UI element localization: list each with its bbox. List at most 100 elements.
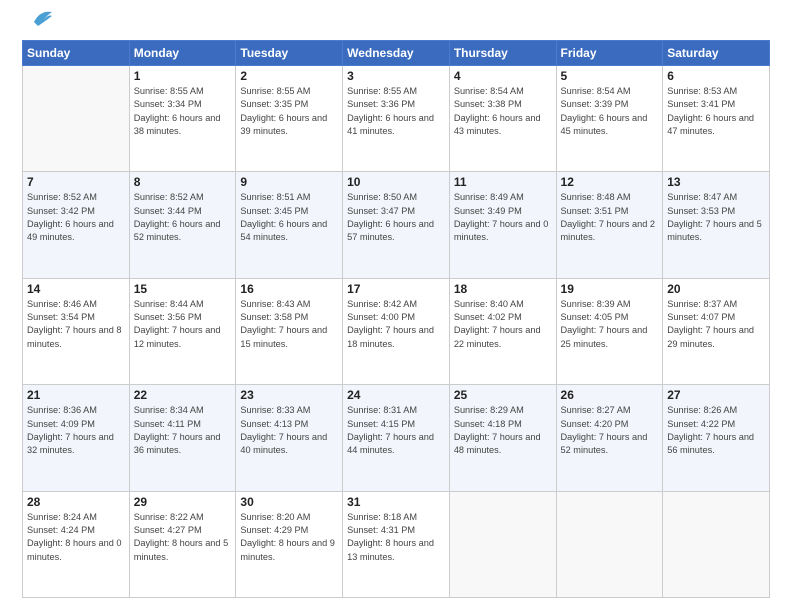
day-info: Sunrise: 8:52 AMSunset: 3:44 PMDaylight:…	[134, 191, 232, 244]
calendar-table: SundayMondayTuesdayWednesdayThursdayFrid…	[22, 40, 770, 598]
calendar-cell: 17 Sunrise: 8:42 AMSunset: 4:00 PMDayligh…	[343, 278, 450, 384]
day-number: 16	[240, 282, 338, 296]
day-number: 9	[240, 175, 338, 189]
day-info: Sunrise: 8:53 AMSunset: 3:41 PMDaylight:…	[667, 85, 765, 138]
day-info: Sunrise: 8:34 AMSunset: 4:11 PMDaylight:…	[134, 404, 232, 457]
calendar-cell: 31 Sunrise: 8:18 AMSunset: 4:31 PMDayligh…	[343, 491, 450, 597]
calendar-cell: 19Sunrise: 8:39 AMSunset: 4:05 PMDayligh…	[556, 278, 663, 384]
calendar-cell: 21 Sunrise: 8:36 AMSunset: 4:09 PMDayligh…	[23, 385, 130, 491]
calendar-cell: 7 Sunrise: 8:52 AMSunset: 3:42 PMDaylight…	[23, 172, 130, 278]
day-number: 30	[240, 495, 338, 509]
day-info: Sunrise: 8:49 AMSunset: 3:49 PMDaylight:…	[454, 191, 552, 244]
day-info: Sunrise: 8:42 AMSunset: 4:00 PMDaylight:…	[347, 298, 445, 351]
day-info: Sunrise: 8:43 AMSunset: 3:58 PMDaylight:…	[240, 298, 338, 351]
calendar-cell: 4Sunrise: 8:54 AMSunset: 3:38 PMDaylight…	[449, 66, 556, 172]
day-number: 2	[240, 69, 338, 83]
calendar-header-row: SundayMondayTuesdayWednesdayThursdayFrid…	[23, 41, 770, 66]
day-number: 6	[667, 69, 765, 83]
calendar-week-row: 21 Sunrise: 8:36 AMSunset: 4:09 PMDayligh…	[23, 385, 770, 491]
day-number: 12	[561, 175, 659, 189]
calendar-cell: 11 Sunrise: 8:49 AMSunset: 3:49 PMDayligh…	[449, 172, 556, 278]
day-info: Sunrise: 8:27 AMSunset: 4:20 PMDaylight:…	[561, 404, 659, 457]
day-info: Sunrise: 8:22 AMSunset: 4:27 PMDaylight:…	[134, 511, 232, 564]
logo	[22, 18, 54, 30]
day-info: Sunrise: 8:44 AMSunset: 3:56 PMDaylight:…	[134, 298, 232, 351]
calendar-cell: 28Sunrise: 8:24 AMSunset: 4:24 PMDayligh…	[23, 491, 130, 597]
day-number: 20	[667, 282, 765, 296]
day-number: 5	[561, 69, 659, 83]
calendar-cell: 30 Sunrise: 8:20 AMSunset: 4:29 PMDayligh…	[236, 491, 343, 597]
calendar-cell: 12 Sunrise: 8:48 AMSunset: 3:51 PMDayligh…	[556, 172, 663, 278]
day-info: Sunrise: 8:20 AMSunset: 4:29 PMDaylight:…	[240, 511, 338, 564]
calendar-cell: 8Sunrise: 8:52 AMSunset: 3:44 PMDaylight…	[129, 172, 236, 278]
calendar-cell: 25 Sunrise: 8:29 AMSunset: 4:18 PMDayligh…	[449, 385, 556, 491]
day-info: Sunrise: 8:50 AMSunset: 3:47 PMDaylight:…	[347, 191, 445, 244]
calendar-cell: 29 Sunrise: 8:22 AMSunset: 4:27 PMDayligh…	[129, 491, 236, 597]
day-number: 26	[561, 388, 659, 402]
day-info: Sunrise: 8:37 AMSunset: 4:07 PMDaylight:…	[667, 298, 765, 351]
day-number: 29	[134, 495, 232, 509]
calendar-cell: 16 Sunrise: 8:43 AMSunset: 3:58 PMDayligh…	[236, 278, 343, 384]
day-info: Sunrise: 8:36 AMSunset: 4:09 PMDaylight:…	[27, 404, 125, 457]
day-info: Sunrise: 8:26 AMSunset: 4:22 PMDaylight:…	[667, 404, 765, 457]
day-number: 11	[454, 175, 552, 189]
day-info: Sunrise: 8:33 AMSunset: 4:13 PMDaylight:…	[240, 404, 338, 457]
calendar-week-row: 14Sunrise: 8:46 AMSunset: 3:54 PMDayligh…	[23, 278, 770, 384]
col-header-saturday: Saturday	[663, 41, 770, 66]
day-number: 17	[347, 282, 445, 296]
calendar-cell: 15Sunrise: 8:44 AMSunset: 3:56 PMDayligh…	[129, 278, 236, 384]
calendar-cell	[663, 491, 770, 597]
day-info: Sunrise: 8:51 AMSunset: 3:45 PMDaylight:…	[240, 191, 338, 244]
day-number: 7	[27, 175, 125, 189]
day-info: Sunrise: 8:29 AMSunset: 4:18 PMDaylight:…	[454, 404, 552, 457]
day-number: 10	[347, 175, 445, 189]
calendar-cell	[556, 491, 663, 597]
day-info: Sunrise: 8:55 AMSunset: 3:36 PMDaylight:…	[347, 85, 445, 138]
col-header-wednesday: Wednesday	[343, 41, 450, 66]
day-info: Sunrise: 8:52 AMSunset: 3:42 PMDaylight:…	[27, 191, 125, 244]
calendar-cell: 2 Sunrise: 8:55 AMSunset: 3:35 PMDaylight…	[236, 66, 343, 172]
header	[22, 18, 770, 30]
col-header-monday: Monday	[129, 41, 236, 66]
calendar-cell: 9 Sunrise: 8:51 AMSunset: 3:45 PMDaylight…	[236, 172, 343, 278]
calendar-cell: 22 Sunrise: 8:34 AMSunset: 4:11 PMDayligh…	[129, 385, 236, 491]
day-info: Sunrise: 8:55 AMSunset: 3:34 PMDaylight:…	[134, 85, 232, 138]
calendar-cell	[449, 491, 556, 597]
calendar-cell: 26 Sunrise: 8:27 AMSunset: 4:20 PMDayligh…	[556, 385, 663, 491]
calendar-cell: 20 Sunrise: 8:37 AMSunset: 4:07 PMDayligh…	[663, 278, 770, 384]
day-number: 21	[27, 388, 125, 402]
calendar-cell: 3 Sunrise: 8:55 AMSunset: 3:36 PMDaylight…	[343, 66, 450, 172]
calendar-cell: 14Sunrise: 8:46 AMSunset: 3:54 PMDayligh…	[23, 278, 130, 384]
day-info: Sunrise: 8:55 AMSunset: 3:35 PMDaylight:…	[240, 85, 338, 138]
calendar-cell: 27 Sunrise: 8:26 AMSunset: 4:22 PMDayligh…	[663, 385, 770, 491]
col-header-sunday: Sunday	[23, 41, 130, 66]
calendar-cell: 5Sunrise: 8:54 AMSunset: 3:39 PMDaylight…	[556, 66, 663, 172]
day-info: Sunrise: 8:31 AMSunset: 4:15 PMDaylight:…	[347, 404, 445, 457]
day-number: 3	[347, 69, 445, 83]
day-info: Sunrise: 8:48 AMSunset: 3:51 PMDaylight:…	[561, 191, 659, 244]
logo-bird-icon	[24, 8, 54, 30]
day-number: 27	[667, 388, 765, 402]
col-header-thursday: Thursday	[449, 41, 556, 66]
day-number: 13	[667, 175, 765, 189]
day-number: 31	[347, 495, 445, 509]
page: SundayMondayTuesdayWednesdayThursdayFrid…	[0, 0, 792, 612]
day-number: 28	[27, 495, 125, 509]
day-number: 4	[454, 69, 552, 83]
day-info: Sunrise: 8:39 AMSunset: 4:05 PMDaylight:…	[561, 298, 659, 351]
day-number: 14	[27, 282, 125, 296]
day-number: 22	[134, 388, 232, 402]
day-number: 24	[347, 388, 445, 402]
calendar-cell	[23, 66, 130, 172]
calendar-week-row: 1Sunrise: 8:55 AMSunset: 3:34 PMDaylight…	[23, 66, 770, 172]
day-info: Sunrise: 8:18 AMSunset: 4:31 PMDaylight:…	[347, 511, 445, 564]
day-info: Sunrise: 8:40 AMSunset: 4:02 PMDaylight:…	[454, 298, 552, 351]
calendar-week-row: 7 Sunrise: 8:52 AMSunset: 3:42 PMDaylight…	[23, 172, 770, 278]
calendar-cell: 23 Sunrise: 8:33 AMSunset: 4:13 PMDayligh…	[236, 385, 343, 491]
day-number: 25	[454, 388, 552, 402]
calendar-cell: 1Sunrise: 8:55 AMSunset: 3:34 PMDaylight…	[129, 66, 236, 172]
col-header-tuesday: Tuesday	[236, 41, 343, 66]
day-info: Sunrise: 8:47 AMSunset: 3:53 PMDaylight:…	[667, 191, 765, 244]
calendar-week-row: 28Sunrise: 8:24 AMSunset: 4:24 PMDayligh…	[23, 491, 770, 597]
day-number: 23	[240, 388, 338, 402]
